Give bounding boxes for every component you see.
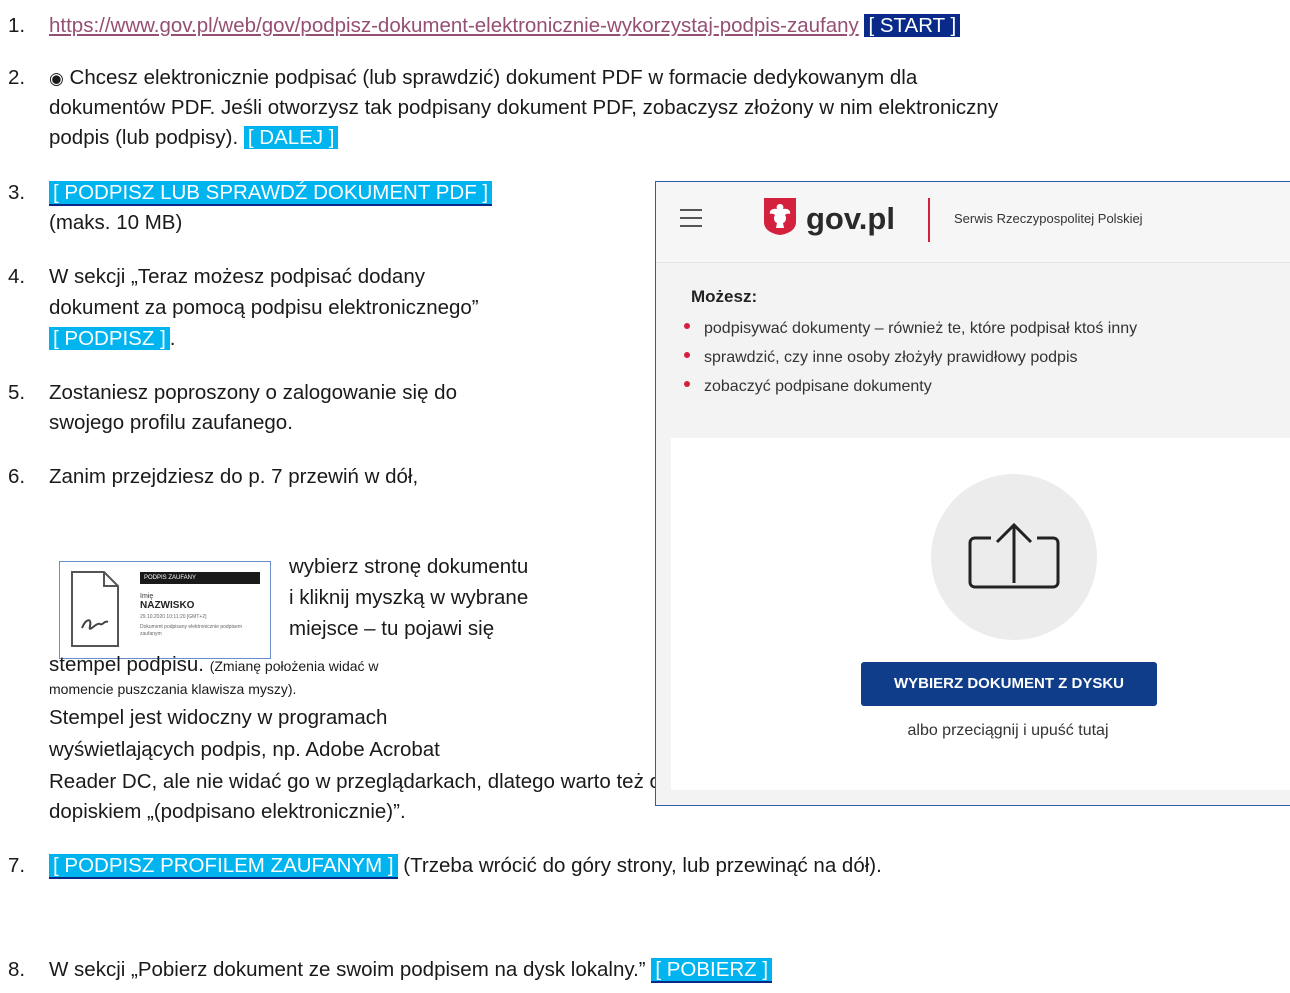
start-button[interactable]: [ START ] bbox=[864, 14, 961, 37]
step-2-line-3: podpis (lub podpisy). [ DALEJ ] bbox=[49, 123, 339, 153]
step-number: 3. bbox=[8, 181, 26, 204]
step-number: 8. bbox=[8, 958, 26, 981]
step-6-line-10: dopiskiem „(podpisano elektronicznie)”. bbox=[49, 800, 406, 823]
step-number: 6. bbox=[8, 465, 26, 488]
service-name: Serwis Rzeczypospolitej Polskiej bbox=[954, 211, 1143, 226]
step-6-line-4: miejsce – tu pojawi się bbox=[289, 617, 495, 640]
step-5-line-1: Zostaniesz poproszony o zalogowanie się … bbox=[49, 381, 457, 404]
stamp-last-name: NAZWISKO bbox=[140, 600, 195, 611]
choose-document-button[interactable]: WYBIERZ DOKUMENT Z DYSKU bbox=[861, 662, 1157, 706]
step-2-text: Chcesz elektronicznie podpisać (lub spra… bbox=[63, 66, 918, 89]
step-3-line-1: [ PODPISZ LUB SPRAWDŹ DOKUMENT PDF ] bbox=[49, 178, 493, 208]
step-1: https://www.gov.pl/web/gov/podpisz-dokum… bbox=[49, 11, 961, 41]
step-7-note: (Trzeba wrócić do góry strony, lub przew… bbox=[397, 854, 882, 877]
step-6-line-2: wybierz stronę dokumentu bbox=[289, 555, 529, 578]
capabilities-list: podpisywać dokumenty – również te, które… bbox=[684, 314, 1137, 401]
polish-eagle-icon bbox=[764, 198, 796, 235]
step-6-line-5: stempel podpisu. (Zmianę położenia widać… bbox=[49, 650, 379, 680]
capabilities-heading: Możesz: bbox=[691, 287, 758, 306]
step-6-line-6: momencie puszczania klawisza myszy). bbox=[49, 681, 297, 697]
gov-link[interactable]: https://www.gov.pl/web/gov/podpisz-dokum… bbox=[49, 14, 859, 37]
podpisz-button[interactable]: [ PODPISZ ] bbox=[49, 327, 170, 350]
list-item-text: sprawdzić, czy inne osoby złożyły prawid… bbox=[704, 349, 1078, 366]
step-number: 4. bbox=[8, 265, 26, 288]
step-2-line-1: ◉ Chcesz elektronicznie podpisać (lub sp… bbox=[49, 63, 917, 94]
step-2-text-end: podpis (lub podpisy). bbox=[49, 126, 244, 149]
bullet-icon bbox=[684, 351, 690, 358]
signature-stamp-preview: PODPIS ZAUFANY Imię NAZWISKO 29.10.2020 … bbox=[59, 561, 271, 659]
step-5-line-2: swojego profilu zaufanego. bbox=[49, 411, 293, 434]
dalej-button[interactable]: [ DALEJ ] bbox=[243, 126, 339, 149]
step-6-line-1: Zanim przejdziesz do p. 7 przewiń w dół, bbox=[49, 465, 419, 488]
radio-selected-icon: ◉ bbox=[49, 69, 64, 89]
step-6-note: (Zmianę położenia widać w bbox=[209, 658, 379, 674]
gov-brand[interactable]: gov.pl bbox=[806, 200, 895, 238]
list-item: zobaczyć podpisane dokumenty bbox=[684, 372, 1137, 401]
stamp-date: 29.10.2020 10:11:20 [GMT+2] bbox=[140, 614, 207, 620]
gov-header: gov.pl Serwis Rzeczypospolitej Polskiej bbox=[656, 182, 1290, 263]
step-8: W sekcji „Pobierz dokument ze swoim podp… bbox=[49, 955, 773, 985]
step-6-stamp-text: stempel podpisu. bbox=[49, 653, 210, 676]
step-number: 1. bbox=[8, 14, 26, 37]
stamp-header: PODPIS ZAUFANY bbox=[140, 572, 260, 584]
step-4-line-1: W sekcji „Teraz możesz podpisać dodany bbox=[49, 265, 425, 288]
step-4-line-3: [ PODPISZ ]. bbox=[49, 324, 175, 354]
step-number: 5. bbox=[8, 381, 26, 404]
pobierz-button[interactable]: [ POBIERZ ] bbox=[651, 958, 773, 983]
list-item: podpisywać dokumenty – również te, które… bbox=[684, 314, 1137, 343]
step-6-line-7: Stempel jest widoczny w programach bbox=[49, 706, 388, 729]
step-6-line-3: i kliknij myszką w wybrane bbox=[289, 586, 529, 609]
step-3-line-2: (maks. 10 MB) bbox=[49, 211, 183, 234]
step-number: 7. bbox=[8, 854, 26, 877]
step-4-period: . bbox=[169, 327, 176, 350]
step-2-line-2: dokumentów PDF. Jeśli otworzysz tak podp… bbox=[49, 96, 999, 119]
step-7: [ PODPISZ PROFILEM ZAUFANYM ] (Trzeba wr… bbox=[49, 851, 882, 881]
step-4-line-2: dokument za pomocą podpisu elektroniczne… bbox=[49, 296, 479, 319]
list-item-text: podpisywać dokumenty – również te, które… bbox=[704, 320, 1138, 337]
header-divider bbox=[928, 198, 930, 242]
step-number: 2. bbox=[8, 66, 26, 89]
drag-drop-hint: albo przeciągnij i upuść tutaj bbox=[907, 722, 1109, 739]
upload-icon bbox=[968, 522, 1060, 589]
sign-or-verify-pdf-button[interactable]: [ PODPISZ LUB SPRAWDŹ DOKUMENT PDF ] bbox=[49, 181, 493, 206]
bullet-icon bbox=[684, 380, 690, 387]
signed-document-icon bbox=[71, 571, 119, 647]
stamp-note: Dokument podpisany elektronicznie podpis… bbox=[140, 624, 243, 637]
step-8-text: W sekcji „Pobierz dokument ze swoim podp… bbox=[49, 958, 652, 981]
gov-screenshot: gov.pl Serwis Rzeczypospolitej Polskiej … bbox=[655, 181, 1290, 806]
step-6-line-8: wyświetlających podpis, np. Adobe Acroba… bbox=[49, 738, 440, 761]
sign-with-trusted-profile-button[interactable]: [ PODPISZ PROFILEM ZAUFANYM ] bbox=[49, 854, 398, 879]
list-item: sprawdzić, czy inne osoby złożyły prawid… bbox=[684, 343, 1137, 372]
bullet-icon bbox=[684, 322, 690, 329]
list-item-text: zobaczyć podpisane dokumenty bbox=[704, 378, 932, 395]
hamburger-icon[interactable] bbox=[680, 209, 702, 227]
